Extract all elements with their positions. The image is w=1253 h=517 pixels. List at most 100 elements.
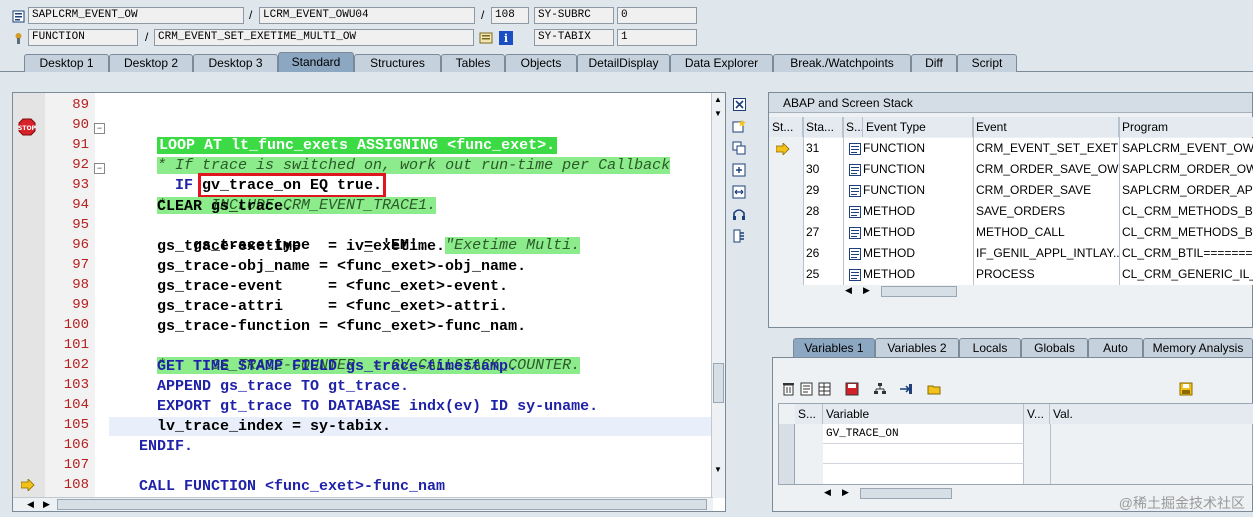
tab-variables-1[interactable]: Variables 1 — [793, 338, 875, 357]
close-icon[interactable] — [731, 96, 747, 112]
row-selector[interactable] — [779, 424, 795, 484]
breakpoint-icon[interactable]: STOP — [18, 118, 36, 136]
detail-icon[interactable] — [798, 381, 814, 397]
stack-program: CL_CRM_METHODS_BTIL — [1122, 204, 1253, 218]
tab-data-explorer[interactable]: Data Explorer — [670, 54, 773, 72]
line-number: 107 — [63, 457, 89, 473]
scroll-left-icon[interactable]: ◀ — [824, 487, 831, 498]
variable-col-header[interactable]: Variable — [823, 404, 1024, 424]
scroll-thumb[interactable] — [881, 286, 957, 297]
scroll-thumb[interactable] — [860, 488, 952, 499]
tab-standard[interactable]: Standard — [278, 52, 354, 72]
delete-icon[interactable] — [780, 381, 796, 397]
tab-objects[interactable]: Objects — [505, 54, 577, 72]
scroll-right-icon[interactable]: ▶ — [842, 487, 849, 498]
line-field[interactable]: 108 — [491, 7, 529, 24]
cursor-line[interactable]: lv_trace_index = sy-tabix. — [109, 417, 711, 436]
tab-tables[interactable]: Tables — [441, 54, 505, 72]
save-icon[interactable] — [1178, 381, 1194, 397]
variables-grid: S... Variable V... Val. GV_TRACE_ON — [778, 403, 1253, 485]
stack-horizontal-scrollbar[interactable]: ◀ ▶ — [843, 285, 959, 299]
tab-breakpoints[interactable]: Break./Watchpoints — [773, 54, 911, 72]
line-number: 102 — [63, 357, 89, 373]
program-field[interactable]: SAPLCRM_EVENT_OW — [28, 7, 244, 24]
scroll-down-icon[interactable]: ▼ — [714, 109, 722, 118]
variable-col-header[interactable]: V... — [1024, 404, 1050, 424]
stack-col-header[interactable]: Sta... — [803, 117, 843, 137]
line-number: 90 — [72, 117, 89, 133]
variable-name-cell[interactable]: GV_TRACE_ON — [823, 424, 1024, 444]
tab-diff[interactable]: Diff — [911, 54, 957, 72]
scroll-right-icon[interactable]: ▶ — [43, 499, 50, 510]
sy-tabix-value[interactable]: 1 — [617, 29, 697, 46]
editor-horizontal-scrollbar[interactable]: ◀ ▶ — [13, 497, 713, 511]
resize-icon[interactable] — [731, 184, 747, 200]
variable-col-header[interactable]: S... — [795, 404, 823, 424]
stack-level: 31 — [806, 141, 820, 155]
settings-icon[interactable] — [731, 228, 747, 244]
code-line: CALL FUNCTION <func_exet>-func_nam — [121, 478, 446, 495]
save-variants-icon[interactable] — [844, 381, 860, 397]
maximize-icon[interactable] — [731, 162, 747, 178]
stack-event-type: FUNCTION — [863, 162, 925, 176]
stack-col-header[interactable]: Program — [1119, 117, 1253, 137]
fold-toggle-icon[interactable]: − — [94, 163, 105, 174]
stack-col-header[interactable]: S... — [843, 117, 863, 137]
table-icon[interactable] — [816, 381, 832, 397]
display-icon[interactable] — [478, 30, 494, 46]
stack-event: CRM_ORDER_SAVE — [976, 183, 1092, 197]
stack-event: METHOD_CALL — [976, 225, 1065, 239]
fold-toggle-icon[interactable]: − — [94, 123, 105, 134]
tab-memory-analysis[interactable]: Memory Analysis — [1143, 338, 1253, 357]
stack-col-header[interactable]: Event — [973, 117, 1119, 137]
breakpoint-gutter[interactable] — [13, 93, 45, 498]
stack-col-header[interactable]: St... — [769, 117, 803, 137]
tab-detaildisplay[interactable]: DetailDisplay — [577, 54, 670, 72]
function-name-field[interactable]: CRM_EVENT_SET_EXETIME_MULTI_OW — [154, 29, 474, 46]
scroll-down-icon[interactable]: ▼ — [714, 465, 722, 474]
stack-program: SAPLCRM_EVENT_OW — [1122, 141, 1253, 155]
scroll-up-icon[interactable]: ▲ — [714, 95, 722, 104]
open-icon[interactable] — [926, 381, 942, 397]
info-icon[interactable]: i — [498, 30, 514, 46]
code-line: CLEAR gs_trace. — [121, 198, 293, 215]
scroll-left-icon[interactable]: ◀ — [845, 285, 852, 296]
include-field[interactable]: LCRM_EVENT_OWU04 — [259, 7, 475, 24]
new-tool-icon[interactable] — [731, 118, 747, 134]
hierarchy-icon[interactable] — [872, 381, 888, 397]
line-number: 105 — [63, 417, 89, 433]
tab-globals[interactable]: Globals — [1021, 338, 1088, 357]
scroll-right-icon[interactable]: ▶ — [863, 285, 870, 296]
variables-horizontal-scrollbar[interactable]: ◀ ▶ — [822, 487, 954, 501]
slash: / — [145, 30, 149, 44]
tab-desktop-1[interactable]: Desktop 1 — [24, 54, 109, 72]
tab-variables-2[interactable]: Variables 2 — [875, 338, 959, 357]
tab-auto[interactable]: Auto — [1088, 338, 1143, 357]
stack-level: 30 — [806, 162, 820, 176]
stack-event-type: METHOD — [863, 267, 915, 281]
variable-name-cell[interactable] — [823, 464, 1024, 484]
editor-vertical-scrollbar[interactable]: ▲ ▼ ▼ — [711, 93, 725, 498]
tab-desktop-3[interactable]: Desktop 3 — [193, 54, 278, 72]
scroll-left-icon[interactable]: ◀ — [27, 499, 34, 510]
line-number: 98 — [72, 277, 89, 293]
stack-col-header[interactable]: Event Type — [863, 117, 973, 137]
scroll-thumb[interactable] — [57, 499, 707, 510]
services-icon[interactable] — [731, 206, 747, 222]
tab-script[interactable]: Script — [957, 54, 1017, 72]
line-number: 91 — [72, 137, 89, 153]
navigate-icon[interactable] — [898, 381, 914, 397]
tab-desktop-2[interactable]: Desktop 2 — [109, 54, 193, 72]
scroll-thumb[interactable] — [713, 363, 724, 403]
variable-name-cell[interactable] — [823, 444, 1024, 464]
stack-level: 29 — [806, 183, 820, 197]
variable-col-header[interactable]: Val. — [1050, 404, 1253, 424]
type-field[interactable]: FUNCTION — [28, 29, 138, 46]
tab-structures[interactable]: Structures — [354, 54, 441, 72]
tab-locals[interactable]: Locals — [959, 338, 1021, 357]
sy-subrc-label: SY-SUBRC — [534, 7, 614, 24]
source-editor[interactable]: STOP 89 90 91 92 93 94 95 96 97 98 99 10… — [12, 92, 726, 512]
swap-tool-icon[interactable] — [731, 140, 747, 156]
sy-subrc-value[interactable]: 0 — [617, 7, 697, 24]
